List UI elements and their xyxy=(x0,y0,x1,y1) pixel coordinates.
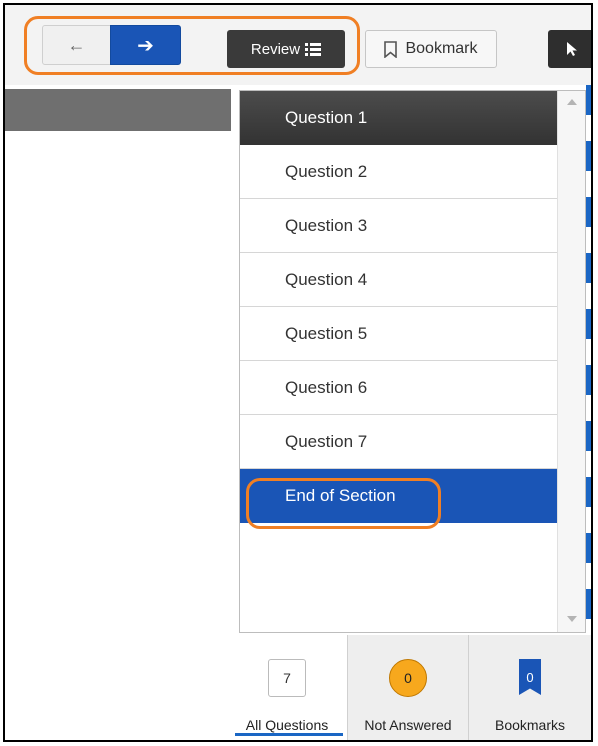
end-of-section-item[interactable]: End of Section xyxy=(240,469,557,523)
question-label: Question 6 xyxy=(285,377,368,397)
end-of-section-label: End of Section xyxy=(285,486,396,505)
review-label: Review xyxy=(250,40,301,58)
bookmark-outline-icon xyxy=(384,40,398,58)
bookmark-label: Bookmark xyxy=(405,40,478,57)
review-panel: Question 1 Question 2 Question 3 Questio… xyxy=(239,90,586,633)
tab-bookmarks-label: Bookmarks xyxy=(494,717,566,733)
question-label: Question 3 xyxy=(285,215,368,235)
question-label: Question 5 xyxy=(285,323,368,343)
selected-tab-indicator xyxy=(235,733,343,736)
screen-frame: ← ➔ Review Bookmark Question 1 Question … xyxy=(3,3,593,742)
question-label: Question 1 xyxy=(285,107,368,127)
question-label: Question 7 xyxy=(285,431,368,451)
pointer-tool-button[interactable] xyxy=(548,30,591,68)
toolbar: ← ➔ Review Bookmark xyxy=(5,5,591,85)
question-list: Question 1 Question 2 Question 3 Questio… xyxy=(240,91,557,523)
tab-not-answered-label: Not Answered xyxy=(364,717,452,733)
section-header-bar xyxy=(5,89,231,131)
all-questions-count-badge: 7 xyxy=(268,659,306,697)
arrow-left-icon: ← xyxy=(67,34,86,55)
tab-bookmarks[interactable]: 0 Bookmarks xyxy=(469,635,591,740)
panel-scrollbar[interactable] xyxy=(557,91,585,632)
question-item-6[interactable]: Question 6 xyxy=(240,361,557,415)
scroll-down-icon[interactable] xyxy=(567,616,577,622)
filter-tabs: 7 All Questions 0 Not Answered 0 Bookmar… xyxy=(227,635,591,740)
question-item-2[interactable]: Question 2 xyxy=(240,145,557,199)
tab-all-questions[interactable]: 7 All Questions xyxy=(227,635,347,740)
question-item-7[interactable]: Question 7 xyxy=(240,415,557,469)
next-button[interactable]: ➔ xyxy=(110,25,181,65)
question-item-3[interactable]: Question 3 xyxy=(240,199,557,253)
list-icon xyxy=(305,42,322,56)
tab-not-answered[interactable]: 0 Not Answered xyxy=(347,635,469,740)
not-answered-count-badge: 0 xyxy=(389,659,427,697)
question-item-1[interactable]: Question 1 xyxy=(240,91,557,145)
bookmark-button[interactable]: Bookmark xyxy=(365,30,497,68)
cursor-arrow-icon xyxy=(567,42,577,56)
scroll-up-icon[interactable] xyxy=(567,99,577,105)
question-label: Question 4 xyxy=(285,269,368,289)
back-button[interactable]: ← xyxy=(42,25,111,65)
question-label: Question 2 xyxy=(285,161,368,181)
arrow-right-icon: ➔ xyxy=(137,34,154,57)
question-item-4[interactable]: Question 4 xyxy=(240,253,557,307)
question-item-5[interactable]: Question 5 xyxy=(240,307,557,361)
content-edge xyxy=(586,85,591,645)
review-button[interactable]: Review xyxy=(227,30,345,68)
bookmarks-count-badge: 0 xyxy=(519,659,541,695)
tab-all-questions-label: All Questions xyxy=(245,717,329,733)
